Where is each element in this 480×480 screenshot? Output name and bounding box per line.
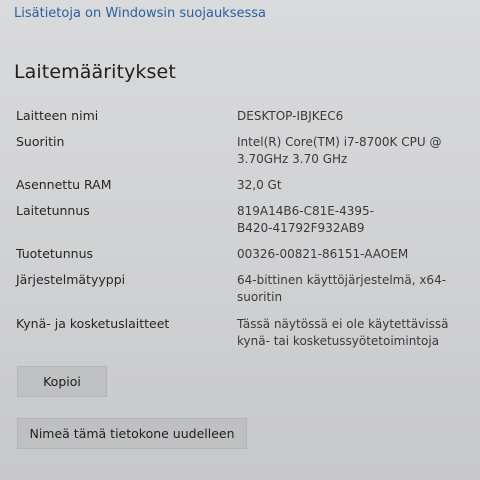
spec-value-processor: Intel(R) Core(TM) i7-8700K CPU @ 3.70GHz…	[237, 135, 442, 166]
spec-label-product-id: Tuotetunnus	[16, 246, 94, 261]
spec-label-system-type: Järjestelmätyyppi	[16, 272, 126, 287]
spec-value-installed-ram: 32,0 Gt	[237, 178, 282, 192]
spec-value-product-id: 00326-00821-86151-AAOEM	[237, 247, 409, 261]
windows-security-link[interactable]: Lisätietoja on Windowsin suojauksessa	[14, 6, 266, 21]
spec-value-system-type: 64-bittinen käyttöjärjestelmä, x64-suori…	[237, 273, 447, 304]
spec-label-installed-ram: Asennettu RAM	[16, 177, 112, 192]
spec-value-device-id: 819A14B6-C81E-4395-B420-41792F932AB9	[237, 204, 375, 235]
copy-button[interactable]: Kopioi	[17, 366, 107, 397]
spec-label-device-name: Laitteen nimi	[16, 108, 99, 123]
spec-value-pen-and-touch: Tässä näytössä ei ole käytettävissä kynä…	[237, 317, 449, 348]
spec-label-device-id: Laitetunnus	[16, 203, 90, 218]
spec-value-device-name: DESKTOP-IBJKEC6	[237, 109, 344, 123]
device-specifications-title: Laitemääritykset	[14, 61, 176, 83]
spec-label-pen-and-touch: Kynä- ja kosketuslaitteet	[16, 316, 170, 331]
spec-label-processor: Suoritin	[16, 134, 65, 149]
rename-pc-button[interactable]: Nimeä tämä tietokone uudelleen	[17, 418, 247, 449]
